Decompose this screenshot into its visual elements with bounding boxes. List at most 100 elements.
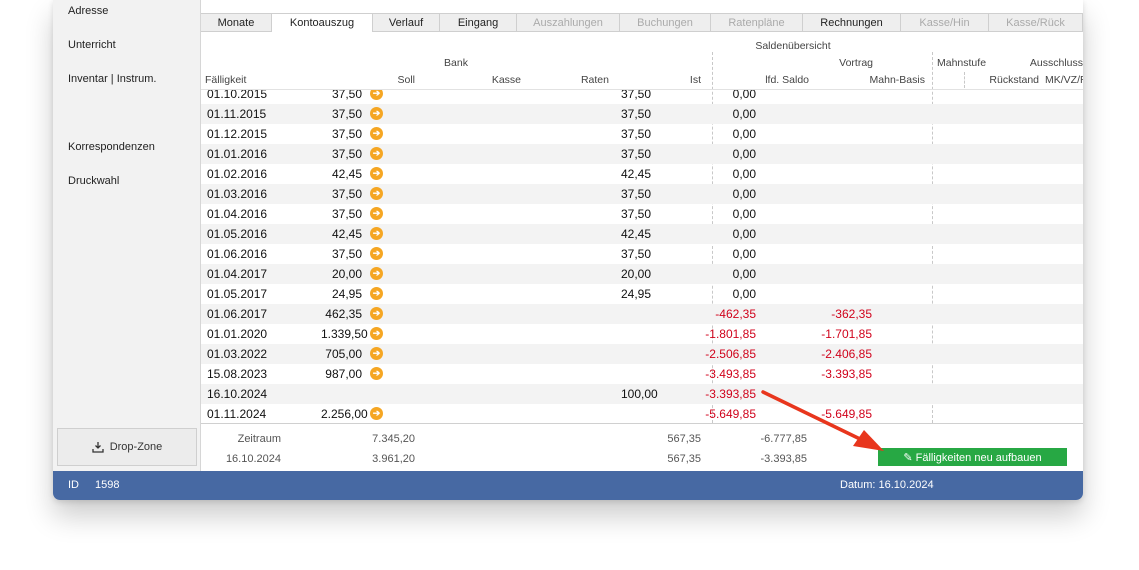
cell-mahnbasis <box>801 284 872 304</box>
cell-saldo: -3.393,85 <box>705 387 756 401</box>
table-row[interactable]: 01.11.2024 2.256,00 -5.649,85 -5.649,85 ➔ <box>201 404 1083 423</box>
status-id-value: 1598 <box>95 479 120 491</box>
cell-date: 01.06.2017 <box>207 307 268 321</box>
tab-eingang[interactable]: Eingang <box>440 13 517 31</box>
table-row[interactable]: 01.01.2020 1.339,50 -1.801,85 -1.701,85 ➔ <box>201 324 1083 344</box>
sidebar-item-adresse[interactable]: Adresse <box>68 5 108 17</box>
arrow-right-circle-icon[interactable]: ➔ <box>370 227 383 240</box>
table-row[interactable]: 01.02.2016 42,45 42,45 0,00 ➔ <box>201 164 1083 184</box>
arrow-right-circle-icon[interactable]: ➔ <box>370 187 383 200</box>
table-row[interactable]: 15.08.2023 987,00 -3.493,85 -3.393,85 ➔ <box>201 364 1083 384</box>
drop-zone[interactable]: Drop-Zone <box>57 428 197 466</box>
header-kasse[interactable]: Kasse <box>451 74 521 86</box>
arrow-right-circle-icon[interactable]: ➔ <box>370 107 383 120</box>
rebuild-due-dates-label: Fälligkeiten neu aufbauen <box>915 452 1042 464</box>
arrow-right-circle-icon[interactable]: ➔ <box>370 207 383 220</box>
sidebar-item-korrespondenzen[interactable]: Korrespondenzen <box>68 141 155 153</box>
cell-soll: 462,35 <box>325 307 362 321</box>
tab-auszahlungen[interactable]: Auszahlungen <box>517 13 620 31</box>
cell-saldo: -3.493,85 <box>705 367 756 381</box>
table-row[interactable]: 01.04.2016 37,50 37,50 0,00 ➔ <box>201 204 1083 224</box>
table-row[interactable]: 16.10.2024 100,00 -3.393,85 <box>201 384 1083 404</box>
header-ist[interactable]: Ist <box>631 74 701 86</box>
cell-soll: 42,45 <box>331 227 362 241</box>
arrow-right-circle-icon[interactable]: ➔ <box>370 90 383 100</box>
table-row[interactable]: 01.04.2017 20,00 20,00 0,00 ➔ <box>201 264 1083 284</box>
table-row[interactable]: 01.11.2015 37,50 37,50 0,00 ➔ <box>201 104 1083 124</box>
cell-mahnbasis: -1.701,85 <box>821 327 872 341</box>
cell-date: 16.10.2024 <box>207 387 268 401</box>
cell-soll: 705,00 <box>325 347 362 361</box>
header-raten[interactable]: Raten <box>541 74 609 86</box>
table-row[interactable]: 01.06.2016 37,50 37,50 0,00 ➔ <box>201 244 1083 264</box>
cell-saldo: -5.649,85 <box>705 407 756 421</box>
sidebar-item-unterricht[interactable]: Unterricht <box>68 39 116 51</box>
header-mk-vz-rl[interactable]: MK/VZ/RL <box>1045 74 1083 86</box>
footer-stichtag-label: 16.10.2024 <box>225 453 281 465</box>
header-soll[interactable]: Soll <box>351 74 415 86</box>
cell-date: 01.11.2015 <box>207 107 267 121</box>
table-row[interactable]: 01.01.2016 37,50 37,50 0,00 ➔ <box>201 144 1083 164</box>
status-id-label: ID <box>68 479 79 491</box>
cell-saldo: 0,00 <box>732 287 756 301</box>
cell-soll <box>321 384 362 404</box>
header-lfd-saldo[interactable]: lfd. Saldo <box>721 74 809 86</box>
table-row[interactable]: 01.12.2015 37,50 37,50 0,00 ➔ <box>201 124 1083 144</box>
tab-kasse-hin[interactable]: Kasse/Hin <box>901 13 989 31</box>
cell-ist <box>621 324 649 344</box>
tab-ratenplaene[interactable]: Ratenpläne <box>711 13 803 31</box>
header-mahn-basis[interactable]: Mahn-Basis <box>831 74 925 86</box>
tab-verlauf[interactable]: Verlauf <box>373 13 440 31</box>
arrow-right-circle-icon[interactable]: ➔ <box>370 347 383 360</box>
table-row[interactable]: 01.06.2017 462,35 -462,35 -362,35 ➔ <box>201 304 1083 324</box>
footer-zeitraum-soll: 7.345,20 <box>372 433 415 445</box>
download-icon <box>92 442 104 453</box>
footer-zeitraum-label: Zeitraum <box>237 433 281 445</box>
tab-bar: Monate Kontoauszug Verlauf Eingang Ausza… <box>201 13 1083 32</box>
header-faelligkeit[interactable]: Fälligkeit <box>205 74 246 86</box>
tab-kasse-rueck[interactable]: Kasse/Rück <box>989 13 1083 31</box>
sidebar: Adresse Unterricht Inventar | Instrum. K… <box>53 0 201 471</box>
tab-monate[interactable]: Monate <box>201 13 272 31</box>
arrow-right-circle-icon[interactable]: ➔ <box>370 367 383 380</box>
arrow-right-circle-icon[interactable]: ➔ <box>370 147 383 160</box>
drop-zone-label: Drop-Zone <box>109 441 163 453</box>
arrow-right-circle-icon[interactable]: ➔ <box>370 307 383 320</box>
header-bank: Bank <box>444 57 468 69</box>
arrow-right-circle-icon[interactable]: ➔ <box>370 287 383 300</box>
arrow-right-circle-icon[interactable]: ➔ <box>370 327 383 340</box>
cell-date: 01.04.2017 <box>207 267 268 281</box>
table-row[interactable]: 01.05.2017 24,95 24,95 0,00 ➔ <box>201 284 1083 304</box>
table-row[interactable]: 01.03.2016 37,50 37,50 0,00 ➔ <box>201 184 1083 204</box>
arrow-right-circle-icon[interactable]: ➔ <box>370 127 383 140</box>
cell-ist: 37,50 <box>621 107 652 121</box>
header-vortrag: Vortrag <box>839 57 873 69</box>
tab-buchungen[interactable]: Buchungen <box>620 13 711 31</box>
header-rueckstand[interactable]: Rückstand <box>971 74 1039 86</box>
cell-ist <box>621 304 649 324</box>
tab-kontoauszug[interactable]: Kontoauszug <box>272 13 373 32</box>
arrow-right-circle-icon[interactable]: ➔ <box>370 247 383 260</box>
cell-mahnbasis <box>801 90 872 104</box>
cell-soll: 987,00 <box>325 367 362 381</box>
cell-mahnbasis: -2.406,85 <box>821 347 872 361</box>
sidebar-item-druckwahl[interactable]: Druckwahl <box>68 175 119 187</box>
rebuild-due-dates-button[interactable]: ✎ Fälligkeiten neu aufbauen <box>878 448 1067 466</box>
cell-soll: 37,50 <box>331 207 362 221</box>
cell-mahnbasis <box>801 164 872 184</box>
arrow-right-circle-icon[interactable]: ➔ <box>370 407 383 420</box>
arrow-right-circle-icon[interactable]: ➔ <box>370 167 383 180</box>
cell-mahnbasis <box>801 244 872 264</box>
cell-saldo: 0,00 <box>732 167 756 181</box>
sidebar-item-inventar[interactable]: Inventar | Instrum. <box>68 73 156 85</box>
cell-ist: 37,50 <box>621 147 652 161</box>
tab-rechnungen[interactable]: Rechnungen <box>803 13 901 31</box>
table-row[interactable]: 01.10.2015 37,50 37,50 0,00 ➔ <box>201 90 1083 104</box>
table-row[interactable]: 01.03.2022 705,00 -2.506,85 -2.406,85 ➔ <box>201 344 1083 364</box>
cell-mahnbasis: -3.393,85 <box>821 367 872 381</box>
header-mahnstufe: Mahnstufe <box>937 57 987 69</box>
arrow-right-circle-icon[interactable]: ➔ <box>370 267 383 280</box>
table-row[interactable]: 01.05.2016 42,45 42,45 0,00 ➔ <box>201 224 1083 244</box>
cell-soll: 2.256,00 <box>321 407 368 421</box>
cell-saldo: -2.506,85 <box>705 347 756 361</box>
